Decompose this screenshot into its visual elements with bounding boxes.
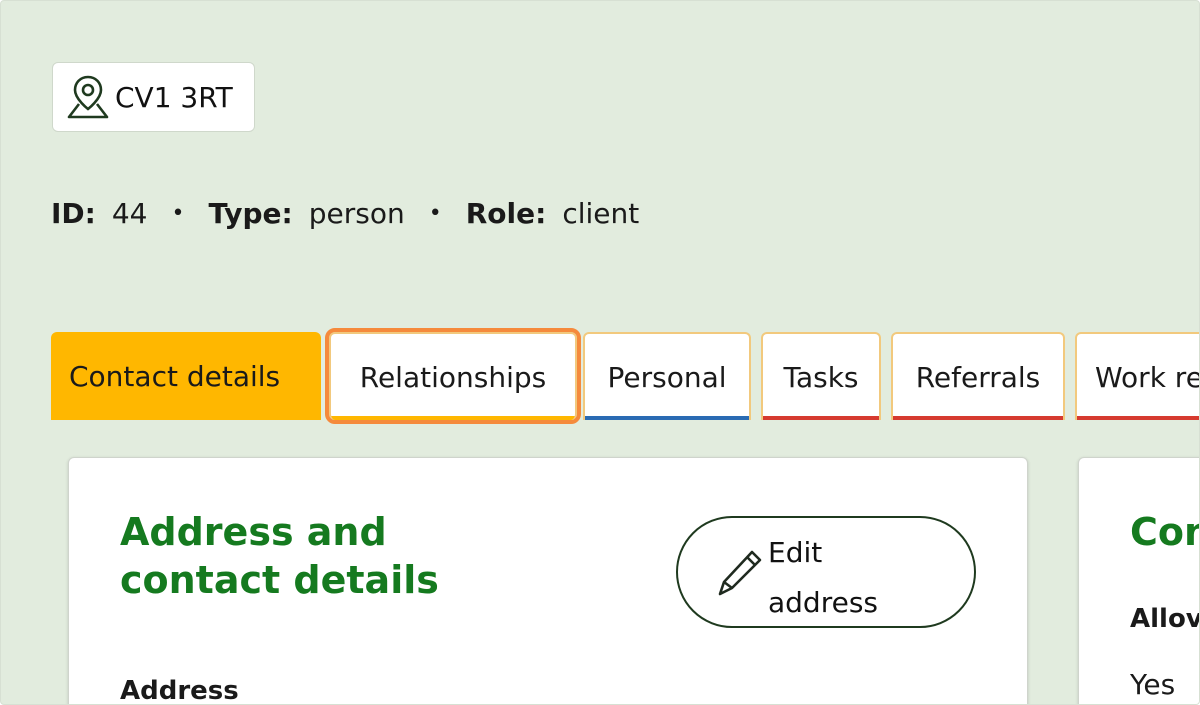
pencil-icon bbox=[714, 546, 766, 602]
tab-relationships[interactable]: Relationships bbox=[325, 328, 581, 424]
contact-preferences-card: Con Allov Yes bbox=[1078, 457, 1200, 704]
postcode-text: CV1 3RT bbox=[115, 80, 233, 114]
map-pin-icon bbox=[65, 73, 111, 121]
address-contact-card: Address and contact details Edit address… bbox=[68, 457, 1028, 705]
tab-accent-bar bbox=[331, 416, 575, 420]
page: CV1 3RT ID: 44 • Type: person • Role: cl… bbox=[0, 0, 1200, 705]
address-label: Address bbox=[120, 676, 239, 705]
tab-label: Tasks bbox=[783, 360, 859, 394]
tab-contact-details[interactable]: Contact details bbox=[51, 332, 321, 420]
record-meta: ID: 44 • Type: person • Role: client bbox=[51, 197, 639, 230]
tab-label: Contact details bbox=[69, 359, 281, 393]
field-label: Allov bbox=[1130, 604, 1200, 634]
tab-label: Work re bbox=[1095, 360, 1200, 394]
tab-label: Relationships bbox=[359, 360, 547, 394]
tab-accent-bar bbox=[1077, 416, 1199, 420]
type-label: Type: bbox=[208, 197, 293, 230]
tab-bar: Contact details Relationships Personal T… bbox=[51, 328, 1200, 424]
type-value: person bbox=[308, 197, 405, 230]
role-label: Role: bbox=[465, 197, 547, 230]
tab-label: Referrals bbox=[915, 360, 1041, 394]
tab-personal[interactable]: Personal bbox=[583, 332, 751, 420]
tab-accent-bar bbox=[763, 416, 879, 420]
tab-work-records[interactable]: Work re bbox=[1075, 332, 1200, 420]
edit-address-button[interactable]: Edit address bbox=[676, 516, 976, 628]
id-label: ID: bbox=[51, 197, 96, 230]
tab-label: Personal bbox=[607, 360, 727, 394]
card-title: Address and contact details bbox=[120, 510, 439, 602]
edit-address-label: Edit address bbox=[768, 536, 879, 619]
card-title: Con bbox=[1130, 510, 1199, 554]
id-value: 44 bbox=[111, 197, 148, 230]
role-value: client bbox=[562, 197, 640, 230]
tab-referrals[interactable]: Referrals bbox=[891, 332, 1065, 420]
postcode-chip[interactable]: CV1 3RT bbox=[52, 62, 255, 132]
field-value: Yes bbox=[1130, 668, 1176, 701]
tab-accent-bar bbox=[893, 416, 1063, 420]
tab-accent-bar bbox=[585, 416, 749, 420]
tab-tasks[interactable]: Tasks bbox=[761, 332, 881, 420]
separator: • bbox=[171, 201, 185, 226]
separator: • bbox=[428, 201, 442, 226]
